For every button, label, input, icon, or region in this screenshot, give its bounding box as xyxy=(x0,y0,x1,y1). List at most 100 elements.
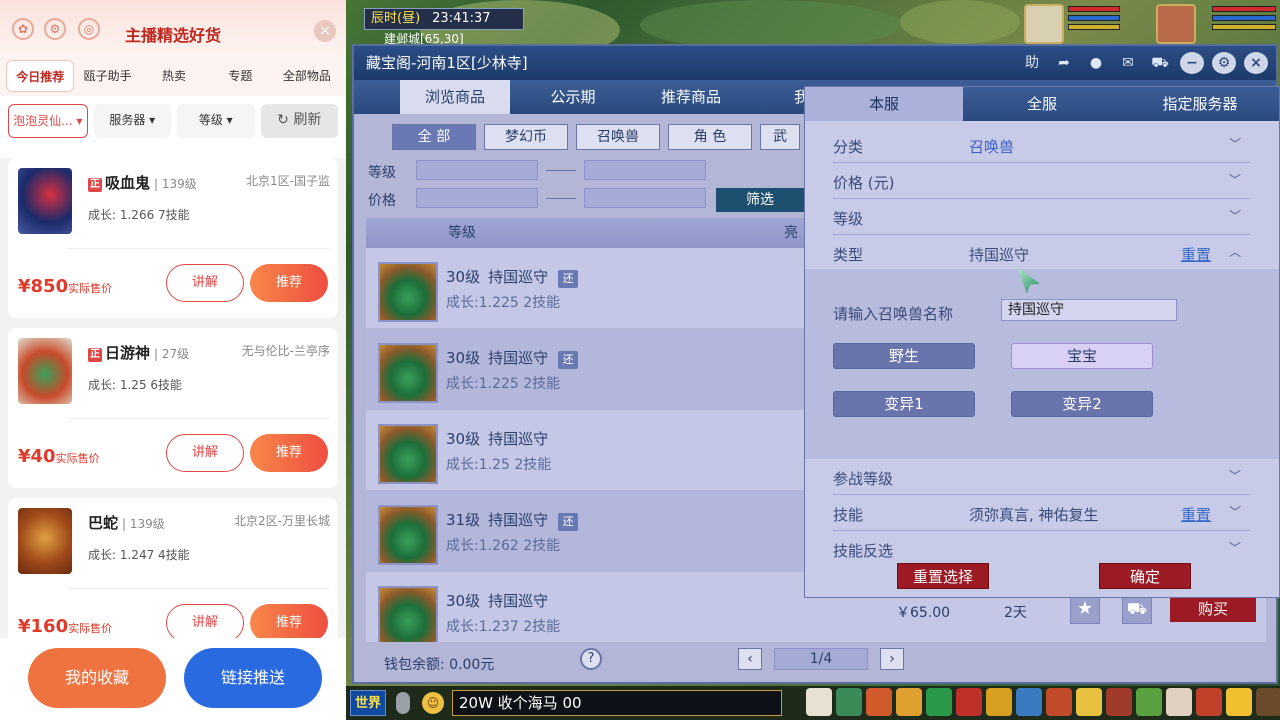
close-icon[interactable]: × xyxy=(1244,52,1268,74)
mutant2-button[interactable]: 变异2 xyxy=(1011,391,1153,417)
mutant1-button[interactable]: 变异1 xyxy=(833,391,975,417)
world-channel-button[interactable]: 世界 xyxy=(350,690,386,716)
server-filter[interactable]: 服务器 ▾ xyxy=(93,104,171,138)
player-avatar[interactable] xyxy=(1156,4,1196,44)
battle-level-row[interactable]: 参战等级 ﹀ xyxy=(833,459,1251,495)
tab-hot[interactable]: 热卖 xyxy=(141,60,207,92)
minimize-icon[interactable]: − xyxy=(1180,52,1204,74)
tab-recommended[interactable]: 推荐商品 xyxy=(636,80,746,114)
tab-specified-server[interactable]: 指定服务器 xyxy=(1121,87,1279,121)
shortcut-icon[interactable] xyxy=(1046,688,1072,716)
close-icon[interactable]: × xyxy=(314,20,336,42)
pet-avatar[interactable] xyxy=(1024,4,1064,44)
category-summons[interactable]: 召唤兽 xyxy=(576,124,660,150)
category-value: 召唤兽 xyxy=(969,138,1015,156)
pet-server: 北京1区-国子监 xyxy=(246,174,330,188)
tab-public[interactable]: 公示期 xyxy=(518,80,628,114)
shortcut-icon[interactable] xyxy=(956,688,982,716)
shortcut-icon[interactable] xyxy=(1226,688,1252,716)
advanced-filter-popup: 本服 全服 指定服务器 分类 召唤兽 ﹀ 价格 (元) ﹀ 等级 ﹀ 类型 持国… xyxy=(804,86,1280,598)
tab-all-servers[interactable]: 全服 xyxy=(963,87,1121,121)
explain-button[interactable]: 讲解 xyxy=(166,434,244,472)
shortcut-icon[interactable] xyxy=(866,688,892,716)
baby-button[interactable]: 宝宝 xyxy=(1011,343,1153,369)
return-badge: 还 xyxy=(558,351,579,369)
buy-button[interactable]: 购买 xyxy=(1170,596,1256,622)
shortcut-icon[interactable] xyxy=(806,688,832,716)
product-card[interactable]: 正吸血鬼 | 139级 北京1区-国子监 成长: 1.266 7技能 ¥850实际… xyxy=(8,158,338,318)
emoji-icon[interactable]: ☺ xyxy=(422,692,444,714)
favorite-star-icon[interactable]: ★ xyxy=(1070,594,1100,624)
tab-browse[interactable]: 浏览商品 xyxy=(400,80,510,114)
product-card[interactable]: 正日游神 | 27级 无与伦比-兰亭序 成长: 1.25 6技能 ¥40实际售价 … xyxy=(8,328,338,488)
my-favorites-button[interactable]: 我的收藏 xyxy=(28,648,166,708)
tab-this-server[interactable]: 本服 xyxy=(805,87,963,121)
tab-topic[interactable]: 专题 xyxy=(207,60,273,92)
prev-page-button[interactable]: ‹ xyxy=(738,648,762,670)
row-title: 30级 持国巡守 xyxy=(446,430,549,448)
cart-icon[interactable]: ⛟ xyxy=(1148,52,1172,74)
skill-row[interactable]: 技能 须弥真言, 神佑复生 重置 ﹀ xyxy=(833,495,1251,531)
shortcut-icon[interactable] xyxy=(1256,688,1280,716)
pet-server: 北京2区-万里长城 xyxy=(234,514,330,528)
gear-icon[interactable]: ⚙ xyxy=(1212,52,1236,74)
chat-icon[interactable]: ✉ xyxy=(1116,52,1140,74)
level-min-input[interactable] xyxy=(416,160,538,180)
category-coins[interactable]: 梦幻币 xyxy=(484,124,568,150)
pet-growth: 成长: 1.266 7技能 xyxy=(88,208,190,222)
refresh-icon: ↻ xyxy=(277,112,289,128)
recommend-button[interactable]: 推荐 xyxy=(250,434,328,472)
shortcut-icon[interactable] xyxy=(1166,688,1192,716)
confirm-button[interactable]: 确定 xyxy=(1099,563,1191,589)
help-icon[interactable]: 助 xyxy=(1020,52,1044,74)
tab-assistant[interactable]: 瓯子助手 xyxy=(74,60,140,92)
shortcut-icon[interactable] xyxy=(1196,688,1222,716)
link-push-button[interactable]: 链接推送 xyxy=(184,648,322,708)
share-icon[interactable]: ➦ xyxy=(1052,52,1076,74)
price-row[interactable]: 价格 (元) ﹀ xyxy=(833,163,1251,199)
summon-type-subpanel: 请输入召唤兽名称 持国巡守 野生 宝宝 变异1 变异2 xyxy=(805,269,1279,459)
wild-button[interactable]: 野生 xyxy=(833,343,975,369)
shortcut-icon[interactable] xyxy=(1136,688,1162,716)
shortcut-icon[interactable] xyxy=(926,688,952,716)
type-filter[interactable]: 泡泡灵仙... ▾ xyxy=(8,104,88,138)
filter-button[interactable]: 筛选 xyxy=(716,188,804,212)
tab-today[interactable]: 今日推荐 xyxy=(6,60,75,92)
category-weapons[interactable]: 武 xyxy=(760,124,800,150)
recommend-button[interactable]: 推荐 xyxy=(250,604,328,642)
shortcut-icon[interactable] xyxy=(896,688,922,716)
price-min-input[interactable] xyxy=(416,188,538,208)
type-row[interactable]: 类型 持国巡守 重置 ︿ xyxy=(833,235,1251,271)
skill-reverse-row[interactable]: 技能反选 ﹀ xyxy=(833,531,1251,567)
recommend-button[interactable]: 推荐 xyxy=(250,264,328,302)
shortcut-icon[interactable] xyxy=(1076,688,1102,716)
shortcut-icon[interactable] xyxy=(1106,688,1132,716)
level-row[interactable]: 等级 ﹀ xyxy=(833,199,1251,235)
reset-selection-button[interactable]: 重置选择 xyxy=(897,563,989,589)
next-page-button[interactable]: › xyxy=(880,648,904,670)
explain-button[interactable]: 讲解 xyxy=(166,264,244,302)
category-buttons: 全 部 梦幻币 召唤兽 角 色 武 xyxy=(392,124,800,150)
shortcut-icon[interactable] xyxy=(1016,688,1042,716)
shortcut-icon[interactable] xyxy=(986,688,1012,716)
level-filter[interactable]: 等级 ▾ xyxy=(177,104,255,138)
category-row[interactable]: 分类 召唤兽 ﹀ xyxy=(833,127,1251,163)
level-max-input[interactable] xyxy=(584,160,706,180)
product-card[interactable]: 巴蛇 | 139级 北京2区-万里长城 成长: 1.247 4技能 ¥160实际售… xyxy=(8,498,338,658)
refresh-button[interactable]: ↻ 刷新 xyxy=(260,104,338,138)
category-all[interactable]: 全 部 xyxy=(392,124,476,150)
help-icon[interactable]: ? xyxy=(580,648,602,670)
explain-button[interactable]: 讲解 xyxy=(166,604,244,642)
skill-reset-link[interactable]: 重置 xyxy=(1181,504,1211,525)
chat-input[interactable]: 20W 收个海马 00 xyxy=(452,690,782,716)
type-reset-link[interactable]: 重置 xyxy=(1181,244,1211,265)
record-icon[interactable]: ● xyxy=(1084,52,1108,74)
shortcut-icon[interactable] xyxy=(836,688,862,716)
tab-all-items[interactable]: 全部物品 xyxy=(274,60,340,92)
pet-thumbnail xyxy=(378,505,438,565)
category-roles[interactable]: 角 色 xyxy=(668,124,752,150)
add-to-cart-icon[interactable]: ⛟ xyxy=(1122,594,1152,624)
price-max-input[interactable] xyxy=(584,188,706,208)
summon-name-input[interactable]: 持国巡守 xyxy=(1001,299,1177,321)
microphone-icon[interactable] xyxy=(396,692,410,714)
